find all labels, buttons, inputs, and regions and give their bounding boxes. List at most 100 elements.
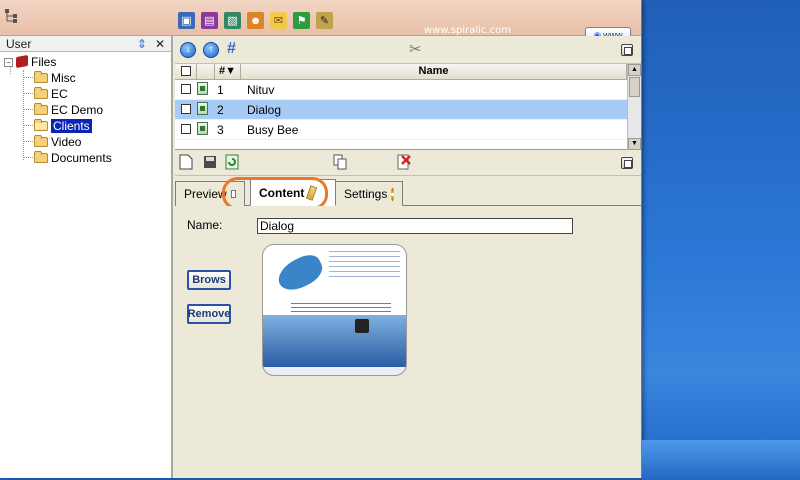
icon-column-header — [197, 64, 215, 79]
tab-label: Settings — [344, 187, 388, 201]
image-icon[interactable]: ▧ — [224, 12, 241, 29]
files-book-icon — [16, 54, 28, 69]
tree-node-misc[interactable]: Misc — [0, 70, 171, 86]
tree-node-label: Clients — [51, 119, 92, 133]
select-all-checkbox[interactable] — [180, 66, 191, 76]
row-number: 1 — [217, 82, 224, 97]
close-icon[interactable]: ✕ — [155, 36, 165, 52]
tree-node-files[interactable]: − Files — [0, 54, 171, 70]
row-checkbox[interactable] — [181, 83, 191, 94]
cut-icon[interactable]: ✂ — [409, 40, 422, 58]
delete-icon[interactable] — [397, 154, 411, 170]
table-row[interactable]: 2 Dialog — [175, 100, 641, 120]
tree-node-label: Files — [31, 55, 57, 69]
editor-tabs: Preview Settings Content — [175, 178, 641, 206]
dolphin-graphic — [273, 250, 327, 296]
table-row[interactable]: 1 Nituv — [175, 80, 641, 100]
row-number: 2 — [217, 102, 224, 117]
remove-button[interactable]: Remove — [187, 304, 231, 324]
content-pane: Name: Brows Remove — [175, 206, 641, 478]
refresh-document-icon[interactable] — [225, 154, 239, 170]
left-panel-header: User ⇕ ✕ — [0, 36, 171, 52]
pencil-icon — [306, 184, 318, 201]
restore-editor-icon[interactable] — [621, 157, 633, 169]
scroll-down-icon[interactable]: ▼ — [628, 138, 641, 150]
new-document-icon[interactable] — [179, 154, 193, 170]
collapse-icon[interactable]: − — [4, 58, 13, 67]
tree-node-label: EC Demo — [51, 103, 104, 117]
top-toolbar: ▣ ▤ ▧ ☻ ✉ ⚑ ✎ — [178, 12, 333, 29]
left-panel: User ⇕ ✕ − Files Misc EC EC Demo Clients… — [0, 36, 173, 478]
file-tree: − Files Misc EC EC Demo Clients Video Doc… — [0, 52, 171, 166]
sort-column-header[interactable]: #▼ — [215, 64, 241, 79]
row-checkbox[interactable] — [181, 103, 191, 114]
tab-content[interactable]: Content — [250, 179, 336, 206]
row-name: Busy Bee — [247, 122, 299, 137]
sea-graphic — [263, 315, 406, 375]
tab-preview[interactable]: Preview — [175, 181, 245, 206]
name-label: Name: — [187, 218, 223, 232]
tree-node-label: EC — [51, 87, 68, 101]
items-table: #▼ Name 1 Nituv 2 Dialog 3 Busy Bee ▲ ▼ — [175, 64, 641, 150]
folder-icon — [34, 151, 48, 163]
tree-node-ec[interactable]: EC — [0, 86, 171, 102]
edit-icon[interactable]: ✎ — [316, 12, 333, 29]
save-icon[interactable] — [203, 154, 217, 170]
document-icon — [197, 101, 208, 115]
top-bar: ▣ ▤ ▧ ☻ ✉ ⚑ ✎ www.spiralic.com ◉ www — [0, 0, 641, 43]
folder-icon — [34, 103, 48, 115]
tree-node-label: Documents — [51, 151, 112, 165]
row-checkbox[interactable] — [181, 123, 191, 134]
browse-button[interactable]: Brows — [187, 270, 231, 290]
right-panel: ↓ ↑ # ✂ #▼ Name 1 Nituv 2 Dialog 3 Busy … — [175, 36, 641, 478]
name-field[interactable] — [257, 218, 573, 234]
folder-icon — [34, 87, 48, 99]
left-panel-title: User — [6, 37, 32, 51]
row-number: 3 — [217, 122, 224, 137]
app-window: ▣ ▤ ▧ ☻ ✉ ⚑ ✎ www.spiralic.com ◉ www Use… — [0, 0, 642, 478]
select-all-cell — [175, 64, 197, 79]
content-image-thumbnail — [262, 244, 407, 376]
renumber-icon[interactable]: # — [227, 40, 236, 58]
scroll-up-icon[interactable]: ▲ — [628, 64, 641, 76]
row-name: Dialog — [247, 102, 282, 117]
tree-node-clients[interactable]: Clients — [0, 118, 171, 134]
folder-icon — [34, 71, 48, 83]
flag-icon[interactable]: ⚑ — [293, 12, 310, 29]
move-down-icon[interactable]: ↓ — [180, 42, 196, 58]
move-up-icon[interactable]: ↑ — [203, 42, 219, 58]
thumbnail-footer — [263, 367, 406, 375]
folder-icon — [34, 135, 48, 147]
restore-icon[interactable] — [621, 44, 633, 56]
users-icon[interactable]: ☻ — [247, 12, 264, 29]
top-hat-graphic — [355, 319, 369, 333]
list-toolbar: ↓ ↑ # ✂ — [175, 36, 641, 64]
refresh-icon[interactable]: ⇕ — [137, 36, 147, 52]
tree-node-label: Video — [51, 135, 82, 149]
name-column-header[interactable]: Name — [241, 64, 627, 79]
scroll-thumb[interactable] — [629, 77, 640, 97]
open-folder-icon — [34, 119, 48, 131]
table-scrollbar[interactable]: ▲ ▼ — [627, 64, 641, 150]
copy-icon[interactable] — [333, 154, 347, 170]
mail-icon[interactable]: ✉ — [270, 12, 287, 29]
gear-icon — [391, 187, 394, 201]
table-header: #▼ Name — [175, 64, 641, 80]
tree-node-documents[interactable]: Documents — [0, 150, 171, 166]
site-url: www.spiralic.com — [424, 25, 511, 36]
tree-node-ec-demo[interactable]: EC Demo — [0, 102, 171, 118]
tab-label: Preview — [184, 187, 227, 201]
form-icon[interactable]: ▣ — [178, 12, 195, 29]
thumbnail-text-lines — [329, 251, 400, 281]
row-name: Nituv — [247, 82, 275, 97]
desktop-strip — [642, 440, 800, 480]
book-icon[interactable]: ▤ — [201, 12, 218, 29]
tab-settings[interactable]: Settings — [335, 181, 403, 206]
tree-app-icon[interactable] — [4, 8, 20, 24]
editor-toolbar — [175, 150, 641, 176]
table-row[interactable]: 3 Busy Bee — [175, 120, 641, 140]
tab-label: Content — [259, 185, 305, 200]
preview-tab-icon — [230, 190, 236, 198]
tree-node-video[interactable]: Video — [0, 134, 171, 150]
document-icon — [197, 121, 208, 135]
